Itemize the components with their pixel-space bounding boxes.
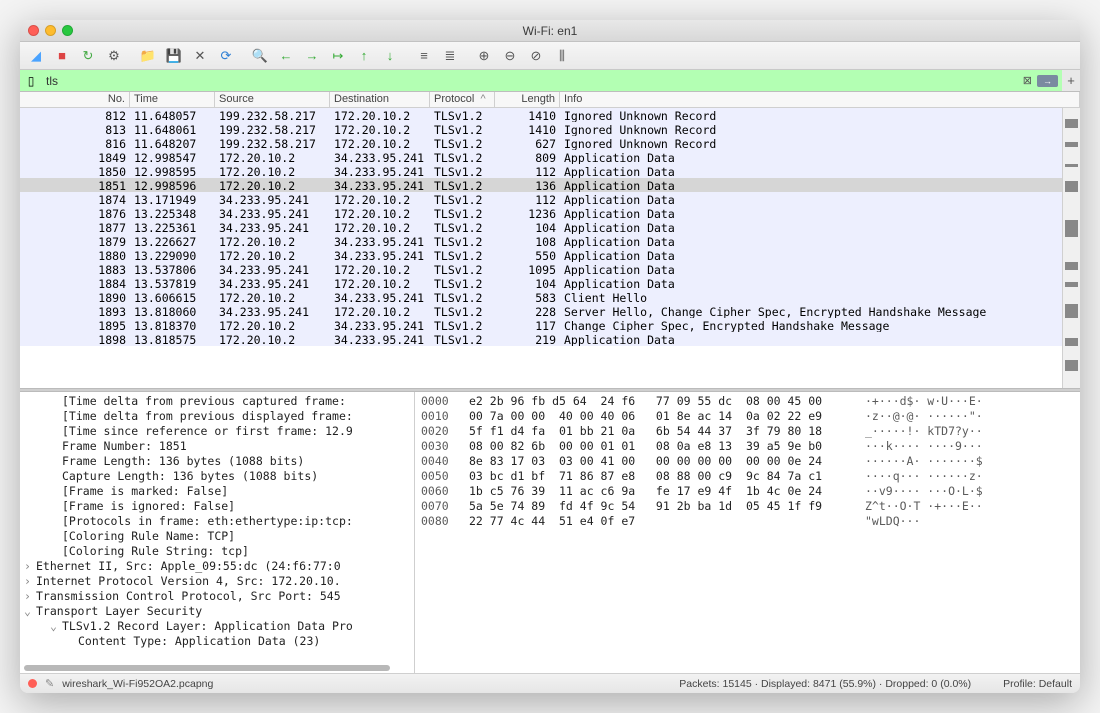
packet-row[interactable]: 189013.606615172.20.10.234.233.95.241TLS…	[20, 290, 1062, 304]
hex-row[interactable]: 008022 77 4c 44 51 e4 0f e7"wLDQ···	[421, 514, 1074, 529]
expert-info-icon[interactable]	[28, 679, 37, 688]
tree-item[interactable]: [Time delta from previous displayed fram…	[24, 409, 414, 424]
packet-row[interactable]: 189513.818370172.20.10.234.233.95.241TLS…	[20, 318, 1062, 332]
packet-list: 81211.648057199.232.58.217172.20.10.2TLS…	[20, 108, 1080, 388]
zoom-out-button[interactable]: ⊖	[498, 45, 522, 67]
save-file-button[interactable]: 💾	[162, 45, 186, 67]
lower-panes: [Time delta from previous captured frame…	[20, 392, 1080, 673]
go-back-button[interactable]: ←	[274, 45, 298, 67]
hex-row[interactable]: 00705a 5e 74 89 fd 4f 9c 54 91 2b ba 1d …	[421, 499, 1074, 514]
packet-row[interactable]: 188313.53780634.233.95.241172.20.10.2TLS…	[20, 262, 1062, 276]
tree-item[interactable]: [Coloring Rule String: tcp]	[24, 544, 414, 559]
wireshark-window: Wi-Fi: en1 ◢ ■ ↻ ⚙ 📁 💾 ✕ ⟳ 🔍 ← → ↦ ↑ ↓ ≡…	[20, 20, 1080, 693]
packet-row[interactable]: 187413.17194934.233.95.241172.20.10.2TLS…	[20, 192, 1062, 206]
edit-capture-comment-icon[interactable]: ✎	[45, 677, 54, 690]
capture-options-button[interactable]: ⚙	[102, 45, 126, 67]
packet-list-header: No. Time Source Destination Protocol ^ L…	[20, 92, 1080, 108]
colorize-button[interactable]: ≣	[438, 45, 462, 67]
packet-row[interactable]: 188013.229090172.20.10.234.233.95.241TLS…	[20, 248, 1062, 262]
col-header-protocol[interactable]: Protocol ^	[430, 92, 495, 107]
reload-button[interactable]: ⟳	[214, 45, 238, 67]
packet-bytes-hex[interactable]: 0000e2 2b 96 fb d5 64 24 f6 77 09 55 dc …	[415, 392, 1080, 673]
packet-row[interactable]: 189313.81806034.233.95.241172.20.10.2TLS…	[20, 304, 1062, 318]
tree-item[interactable]: Frame Number: 1851	[24, 439, 414, 454]
hex-row[interactable]: 0000e2 2b 96 fb d5 64 24 f6 77 09 55 dc …	[421, 394, 1074, 409]
tree-item[interactable]: ⌄TLSv1.2 Record Layer: Application Data …	[24, 619, 414, 634]
goto-packet-button[interactable]: ↦	[326, 45, 350, 67]
tree-item[interactable]: [Protocols in frame: eth:ethertype:ip:tc…	[24, 514, 414, 529]
packet-row[interactable]: 187913.226627172.20.10.234.233.95.241TLS…	[20, 234, 1062, 248]
hex-row[interactable]: 005003 bc d1 bf 71 86 87 e8 08 88 00 c9 …	[421, 469, 1074, 484]
hex-row[interactable]: 00408e 83 17 03 03 00 41 00 00 00 00 00 …	[421, 454, 1074, 469]
packet-details-tree[interactable]: [Time delta from previous captured frame…	[20, 392, 415, 673]
hex-row[interactable]: 00601b c5 76 39 11 ac c6 9a fe 17 e9 4f …	[421, 484, 1074, 499]
main-toolbar: ◢ ■ ↻ ⚙ 📁 💾 ✕ ⟳ 🔍 ← → ↦ ↑ ↓ ≡ ≣ ⊕ ⊖ ⊘ ⫼	[20, 42, 1080, 70]
go-forward-button[interactable]: →	[300, 45, 324, 67]
clear-filter-button[interactable]: ⊠	[1020, 74, 1035, 87]
tree-item[interactable]: [Time since reference or first frame: 12…	[24, 424, 414, 439]
close-file-button[interactable]: ✕	[188, 45, 212, 67]
open-file-button[interactable]: 📁	[136, 45, 160, 67]
hex-row[interactable]: 003008 00 82 6b 00 00 01 01 08 0a e8 13 …	[421, 439, 1074, 454]
col-header-source[interactable]: Source	[215, 92, 330, 107]
packet-row[interactable]: 189813.818575172.20.10.234.233.95.241TLS…	[20, 332, 1062, 346]
tree-item[interactable]: Capture Length: 136 bytes (1088 bits)	[24, 469, 414, 484]
tree-item[interactable]: ›Transmission Control Protocol, Src Port…	[24, 589, 414, 604]
packet-row[interactable]: 187713.22536134.233.95.241172.20.10.2TLS…	[20, 220, 1062, 234]
first-packet-button[interactable]: ↑	[352, 45, 376, 67]
tree-item[interactable]: [Time delta from previous captured frame…	[24, 394, 414, 409]
packet-minimap[interactable]	[1062, 108, 1080, 388]
stop-capture-button[interactable]: ■	[50, 45, 74, 67]
zoom-reset-button[interactable]: ⊘	[524, 45, 548, 67]
packet-row[interactable]: 184912.998547172.20.10.234.233.95.241TLS…	[20, 150, 1062, 164]
tree-item[interactable]: ›Ethernet II, Src: Apple_09:55:dc (24:f6…	[24, 559, 414, 574]
packet-row[interactable]: 81311.648061199.232.58.217172.20.10.2TLS…	[20, 122, 1062, 136]
col-header-info[interactable]: Info	[560, 92, 1080, 107]
zoom-in-button[interactable]: ⊕	[472, 45, 496, 67]
resize-columns-button[interactable]: ⫼	[550, 45, 574, 67]
tree-scrollbar[interactable]	[24, 665, 390, 671]
capture-file-name: wireshark_Wi-Fi952OA2.pcapng	[62, 678, 213, 690]
tree-item[interactable]: [Frame is marked: False]	[24, 484, 414, 499]
col-header-no[interactable]: No.	[20, 92, 130, 107]
packet-stats: Packets: 15145 · Displayed: 8471 (55.9%)…	[679, 678, 971, 690]
packet-row[interactable]: 185012.998595172.20.10.234.233.95.241TLS…	[20, 164, 1062, 178]
filter-actions: ⊠ →	[1016, 70, 1062, 91]
tree-item[interactable]: ⌄Transport Layer Security	[24, 604, 414, 619]
apply-filter-button[interactable]: →	[1037, 75, 1058, 87]
packet-row[interactable]: 188413.53781934.233.95.241172.20.10.2TLS…	[20, 276, 1062, 290]
col-header-destination[interactable]: Destination	[330, 92, 430, 107]
tree-item[interactable]: ›Internet Protocol Version 4, Src: 172.2…	[24, 574, 414, 589]
auto-scroll-button[interactable]: ≡	[412, 45, 436, 67]
restart-capture-button[interactable]: ↻	[76, 45, 100, 67]
last-packet-button[interactable]: ↓	[378, 45, 402, 67]
shark-fin-icon[interactable]: ◢	[24, 45, 48, 67]
display-filter-bar: ▯ ⊠ → +	[20, 70, 1080, 92]
packet-row[interactable]: 81611.648207199.232.58.217172.20.10.2TLS…	[20, 136, 1062, 150]
col-header-length[interactable]: Length	[495, 92, 560, 107]
packet-row[interactable]: 187613.22534834.233.95.241172.20.10.2TLS…	[20, 206, 1062, 220]
status-bar: ✎ wireshark_Wi-Fi952OA2.pcapng Packets: …	[20, 673, 1080, 693]
hex-row[interactable]: 001000 7a 00 00 40 00 40 06 01 8e ac 14 …	[421, 409, 1074, 424]
packet-row[interactable]: 185112.998596172.20.10.234.233.95.241TLS…	[20, 178, 1062, 192]
col-header-time[interactable]: Time	[130, 92, 215, 107]
find-packet-button[interactable]: 🔍	[248, 45, 272, 67]
add-filter-button[interactable]: +	[1062, 70, 1080, 91]
tree-item[interactable]: [Frame is ignored: False]	[24, 499, 414, 514]
tree-item[interactable]: Frame Length: 136 bytes (1088 bits)	[24, 454, 414, 469]
window-title: Wi-Fi: en1	[20, 24, 1080, 38]
display-filter-input[interactable]	[42, 70, 1016, 91]
profile-label[interactable]: Profile: Default	[1003, 678, 1072, 690]
bookmark-filter-icon[interactable]: ▯	[20, 70, 42, 91]
hex-row[interactable]: 00205f f1 d4 fa 01 bb 21 0a 6b 54 44 37 …	[421, 424, 1074, 439]
packet-row[interactable]: 81211.648057199.232.58.217172.20.10.2TLS…	[20, 108, 1062, 122]
tree-item[interactable]: [Coloring Rule Name: TCP]	[24, 529, 414, 544]
titlebar: Wi-Fi: en1	[20, 20, 1080, 42]
tree-item[interactable]: Content Type: Application Data (23)	[24, 634, 414, 649]
